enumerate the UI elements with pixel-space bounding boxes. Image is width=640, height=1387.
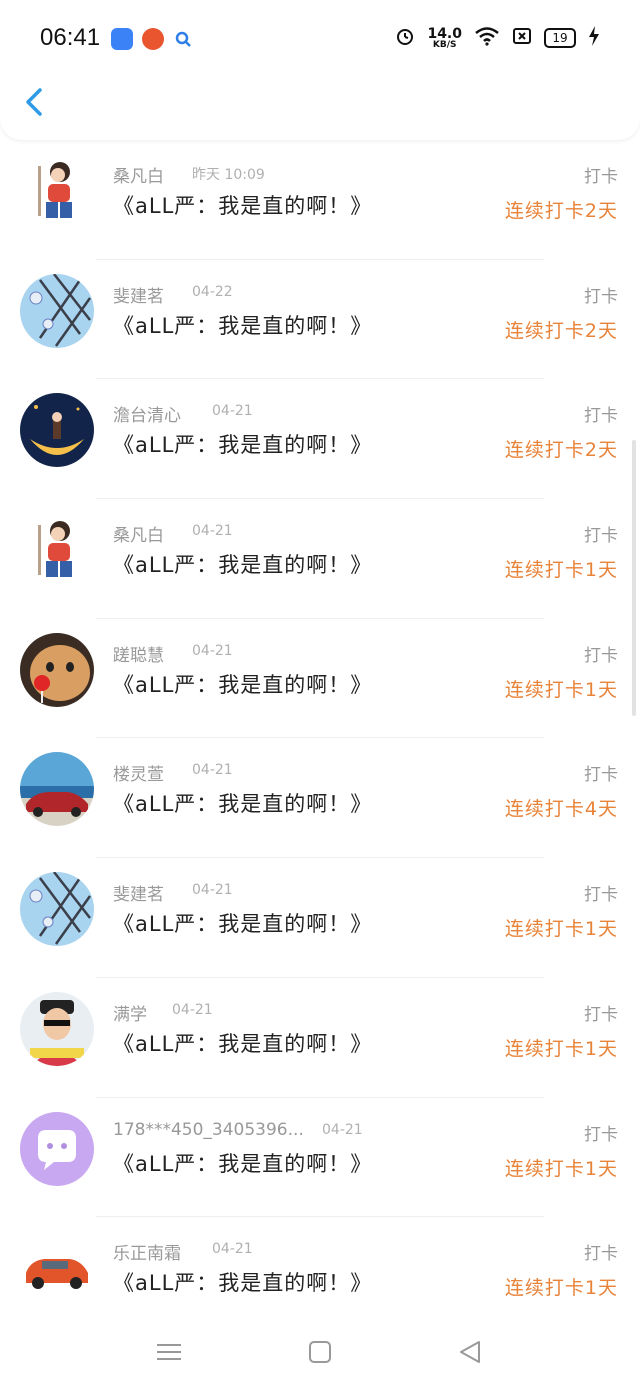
user-name[interactable]: 178***450_3405396...	[113, 1120, 304, 1140]
list-item[interactable]: 桑凡白 04-21 《aLL严：我是直的啊！》 打卡连续打卡1天	[0, 499, 640, 619]
checkin-type: 打卡	[584, 1124, 618, 1145]
user-name[interactable]: 桑凡白	[113, 162, 164, 187]
streak-label: 连续打卡2天	[504, 200, 618, 222]
triangle-back-icon	[460, 1341, 480, 1363]
checkin-type: 打卡	[584, 645, 618, 666]
streak-label: 连续打卡2天	[504, 439, 618, 462]
sim-icon	[512, 27, 532, 49]
home-square-icon	[309, 1341, 331, 1363]
book-title: 《aLL严：我是直的啊！》	[113, 313, 373, 338]
charging-icon	[588, 26, 600, 50]
streak-label: 连续打卡1天	[504, 1037, 618, 1060]
checkin-type: 打卡	[584, 526, 618, 547]
checkin-date: 04-21	[322, 1121, 363, 1138]
avatar[interactable]	[20, 154, 94, 228]
book-title: 《aLL严：我是直的啊！》	[113, 194, 373, 218]
menu-icon	[157, 1344, 181, 1360]
user-name[interactable]: 满学	[113, 1000, 147, 1025]
taobao-app-icon	[142, 28, 164, 50]
book-title: 《aLL严：我是直的啊！》	[113, 792, 373, 817]
avatar[interactable]	[20, 393, 94, 468]
book-title: 《aLL严：我是直的啊！》	[113, 1151, 373, 1176]
wifi-icon	[474, 26, 500, 50]
speed-value: 14.0	[427, 25, 462, 42]
menu-button[interactable]	[153, 1337, 185, 1367]
avatar[interactable]	[20, 872, 94, 947]
user-name[interactable]: 蹉聪慧	[113, 641, 164, 666]
list-item[interactable]: 满学 04-21 《aLL严：我是直的啊！》 打卡连续打卡1天	[0, 978, 640, 1098]
checkin-date: 04-21	[192, 642, 233, 659]
checkin-date: 04-21	[172, 1001, 213, 1018]
list-item[interactable]: 澹台清心 04-21 《aLL严：我是直的啊！》 打卡连续打卡2天	[0, 379, 640, 500]
book-title: 《aLL严：我是直的啊！》	[113, 433, 373, 458]
list-item[interactable]: 178***450_3405396... 04-21 《aLL严：我是直的啊！》 打卡…	[0, 1098, 640, 1218]
chevron-left-icon	[26, 88, 42, 116]
list-item[interactable]: 斐建茗 04-22 《aLL严：我是直的啊！》 打卡连续打卡2天	[0, 260, 640, 380]
streak-label: 连续打卡1天	[504, 1157, 618, 1180]
user-name[interactable]: 斐建茗	[113, 282, 164, 307]
avatar[interactable]	[20, 273, 94, 348]
book-title: 《aLL严：我是直的啊！》	[113, 672, 373, 697]
checkin-date: 04-21	[192, 762, 233, 779]
home-button[interactable]	[304, 1337, 336, 1367]
avatar[interactable]	[20, 752, 94, 827]
streak-label: 连续打卡1天	[504, 918, 618, 941]
nav-back-button[interactable]	[455, 1337, 487, 1367]
streak-label: 连续打卡1天	[504, 678, 618, 701]
book-title: 《aLL严：我是直的啊！》	[113, 553, 373, 578]
checkin-type: 打卡	[584, 765, 618, 786]
message-app-icon	[111, 28, 133, 50]
speed-unit: KB/S	[432, 39, 457, 50]
checkin-date: 04-22	[192, 283, 233, 300]
system-nav-bar	[0, 1317, 640, 1387]
back-button[interactable]	[18, 82, 54, 122]
book-title: 《aLL严：我是直的啊！》	[113, 912, 373, 937]
book-title: 《aLL严：我是直的啊！》	[113, 1271, 373, 1296]
network-speed: 14.0 KB/S	[427, 27, 462, 50]
user-name[interactable]: 乐正南霜	[113, 1239, 181, 1264]
avatar[interactable]	[20, 991, 94, 1066]
checkin-type: 打卡	[584, 1244, 618, 1265]
list-item[interactable]: 斐建茗 04-21 《aLL严：我是直的啊！》 打卡连续打卡1天	[0, 858, 640, 978]
checkin-type: 打卡	[584, 406, 618, 427]
checkin-date: 04-21	[192, 523, 233, 540]
checkin-type: 打卡	[584, 885, 618, 906]
list-item[interactable]: 桑凡白 昨天 10:09 《aLL严：我是直的啊！》 打卡连续打卡2天	[0, 140, 640, 260]
checkin-type: 打卡	[584, 1004, 618, 1025]
alarm-icon	[395, 26, 415, 50]
user-name[interactable]: 澹台清心	[113, 401, 181, 426]
checkin-type: 打卡	[584, 286, 618, 307]
checkin-type: 打卡	[584, 167, 618, 187]
avatar[interactable]	[20, 1111, 94, 1186]
user-name[interactable]: 楼灵萱	[113, 760, 164, 785]
header-bar	[0, 60, 640, 140]
streak-label: 连续打卡4天	[504, 798, 618, 821]
status-right-group: 14.0 KB/S 19	[395, 26, 600, 50]
streak-label: 连续打卡1天	[504, 559, 618, 582]
list-item[interactable]: 蹉聪慧 04-21 《aLL严：我是直的啊！》 打卡连续打卡1天	[0, 619, 640, 739]
checkin-date: 昨天 10:09	[192, 167, 265, 183]
checkin-date: 04-21	[212, 403, 253, 420]
user-name[interactable]: 斐建茗	[113, 880, 164, 905]
book-title: 《aLL严：我是直的啊！》	[113, 1031, 373, 1056]
checkin-date: 04-21	[192, 882, 233, 899]
status-time: 06:41	[40, 24, 101, 51]
avatar[interactable]	[20, 1231, 94, 1306]
scrollbar[interactable]	[632, 440, 636, 716]
list-item[interactable]: 楼灵萱 04-21 《aLL严：我是直的啊！》 打卡连续打卡4天	[0, 738, 640, 859]
checkin-list: 桑凡白 昨天 10:09 《aLL严：我是直的啊！》 打卡 连续打卡2天 斐建茗 04-22…	[0, 140, 640, 1337]
avatar[interactable]	[20, 632, 94, 707]
user-name[interactable]: 桑凡白	[113, 521, 164, 546]
search-app-icon	[174, 30, 192, 48]
checkin-date: 04-21	[212, 1241, 253, 1258]
avatar[interactable]	[20, 513, 94, 588]
streak-label: 连续打卡2天	[504, 319, 618, 342]
streak-label: 连续打卡1天	[504, 1277, 618, 1300]
battery-indicator: 19	[544, 28, 576, 48]
